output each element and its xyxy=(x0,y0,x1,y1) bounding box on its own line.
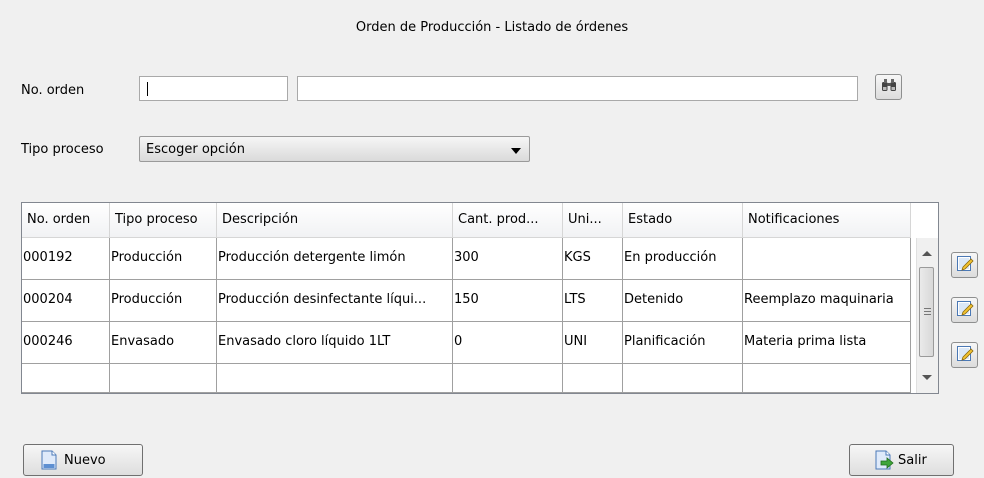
vertical-scrollbar[interactable] xyxy=(916,238,938,393)
pencil-edit-icon xyxy=(956,299,974,321)
cell-quantity[interactable]: 300 xyxy=(453,238,563,280)
orders-table: No. orden Tipo proceso Descripción Cant.… xyxy=(21,202,939,394)
column-header[interactable]: Notificaciones xyxy=(743,203,911,238)
cell-empty[interactable] xyxy=(110,364,217,393)
cell-notifications[interactable]: Materia prima lista xyxy=(743,322,911,364)
cell-notifications[interactable] xyxy=(743,238,911,280)
window-title: Orden de Producción - Listado de órdenes xyxy=(355,20,629,35)
chevron-down-icon xyxy=(511,148,521,154)
cell-empty[interactable] xyxy=(743,364,911,393)
cell-description[interactable]: Envasado cloro líquido 1LT xyxy=(217,322,453,364)
column-header[interactable]: Estado xyxy=(623,203,743,238)
cell-empty[interactable] xyxy=(563,364,623,393)
column-header[interactable]: No. orden xyxy=(22,203,110,238)
column-header[interactable]: Cant. prod... xyxy=(453,203,563,238)
cell-process-type[interactable]: Envasado xyxy=(110,322,217,364)
edit-row-button[interactable] xyxy=(951,342,978,368)
process-type-selected: Escoger opción xyxy=(146,142,245,157)
cell-unit[interactable]: UNI xyxy=(563,322,623,364)
table-row[interactable]: 000204 Producción Producción desinfectan… xyxy=(22,280,911,322)
process-type-label: Tipo proceso xyxy=(21,142,104,157)
order-description-input[interactable] xyxy=(297,76,858,101)
cell-status[interactable]: Planificación xyxy=(623,322,743,364)
scroll-up-icon[interactable] xyxy=(922,251,932,256)
cell-order-number[interactable]: 000246 xyxy=(22,322,110,364)
cell-order-number[interactable]: 000204 xyxy=(22,280,110,322)
order-number-label: No. orden xyxy=(21,83,85,98)
binoculars-icon xyxy=(881,78,897,96)
exit-button-label: Salir xyxy=(898,452,927,468)
cell-unit[interactable]: LTS xyxy=(563,280,623,322)
new-document-icon xyxy=(40,450,58,470)
table-header: No. orden Tipo proceso Descripción Cant.… xyxy=(22,203,911,238)
column-header[interactable]: Uni... xyxy=(563,203,623,238)
exit-button[interactable]: Salir xyxy=(849,444,954,476)
edit-row-button[interactable] xyxy=(951,297,978,323)
new-button-label: Nuevo xyxy=(64,452,106,468)
cell-quantity[interactable]: 0 xyxy=(453,322,563,364)
process-type-select[interactable]: Escoger opción xyxy=(139,136,530,162)
scrollbar-thumb[interactable] xyxy=(919,267,934,357)
new-button[interactable]: Nuevo xyxy=(23,444,143,476)
cell-empty[interactable] xyxy=(22,364,110,393)
scroll-down-icon[interactable] xyxy=(922,375,932,380)
table-row[interactable]: 000246 Envasado Envasado cloro líquido 1… xyxy=(22,322,911,364)
order-number-input[interactable] xyxy=(139,76,288,101)
column-header[interactable]: Tipo proceso xyxy=(110,203,217,238)
cell-status[interactable]: En producción xyxy=(623,238,743,280)
pencil-edit-icon xyxy=(956,344,974,366)
cell-quantity[interactable]: 150 xyxy=(453,280,563,322)
edit-row-button[interactable] xyxy=(951,252,978,278)
table-row-empty[interactable] xyxy=(22,364,911,393)
cell-status[interactable]: Detenido xyxy=(623,280,743,322)
cell-empty[interactable] xyxy=(623,364,743,393)
exit-icon xyxy=(874,450,894,470)
cell-process-type[interactable]: Producción xyxy=(110,280,217,322)
cell-empty[interactable] xyxy=(453,364,563,393)
cell-order-number[interactable]: 000192 xyxy=(22,238,110,280)
search-button[interactable] xyxy=(875,74,902,100)
column-header[interactable]: Descripción xyxy=(217,203,453,238)
pencil-edit-icon xyxy=(956,254,974,276)
cell-unit[interactable]: KGS xyxy=(563,238,623,280)
cell-description[interactable]: Producción detergente limón xyxy=(217,238,453,280)
cell-notifications[interactable]: Reemplazo maquinaria xyxy=(743,280,911,322)
cell-empty[interactable] xyxy=(217,364,453,393)
table-row[interactable]: 000192 Producción Producción detergente … xyxy=(22,238,911,280)
cell-description[interactable]: Producción desinfectante líqui... xyxy=(217,280,453,322)
cell-process-type[interactable]: Producción xyxy=(110,238,217,280)
